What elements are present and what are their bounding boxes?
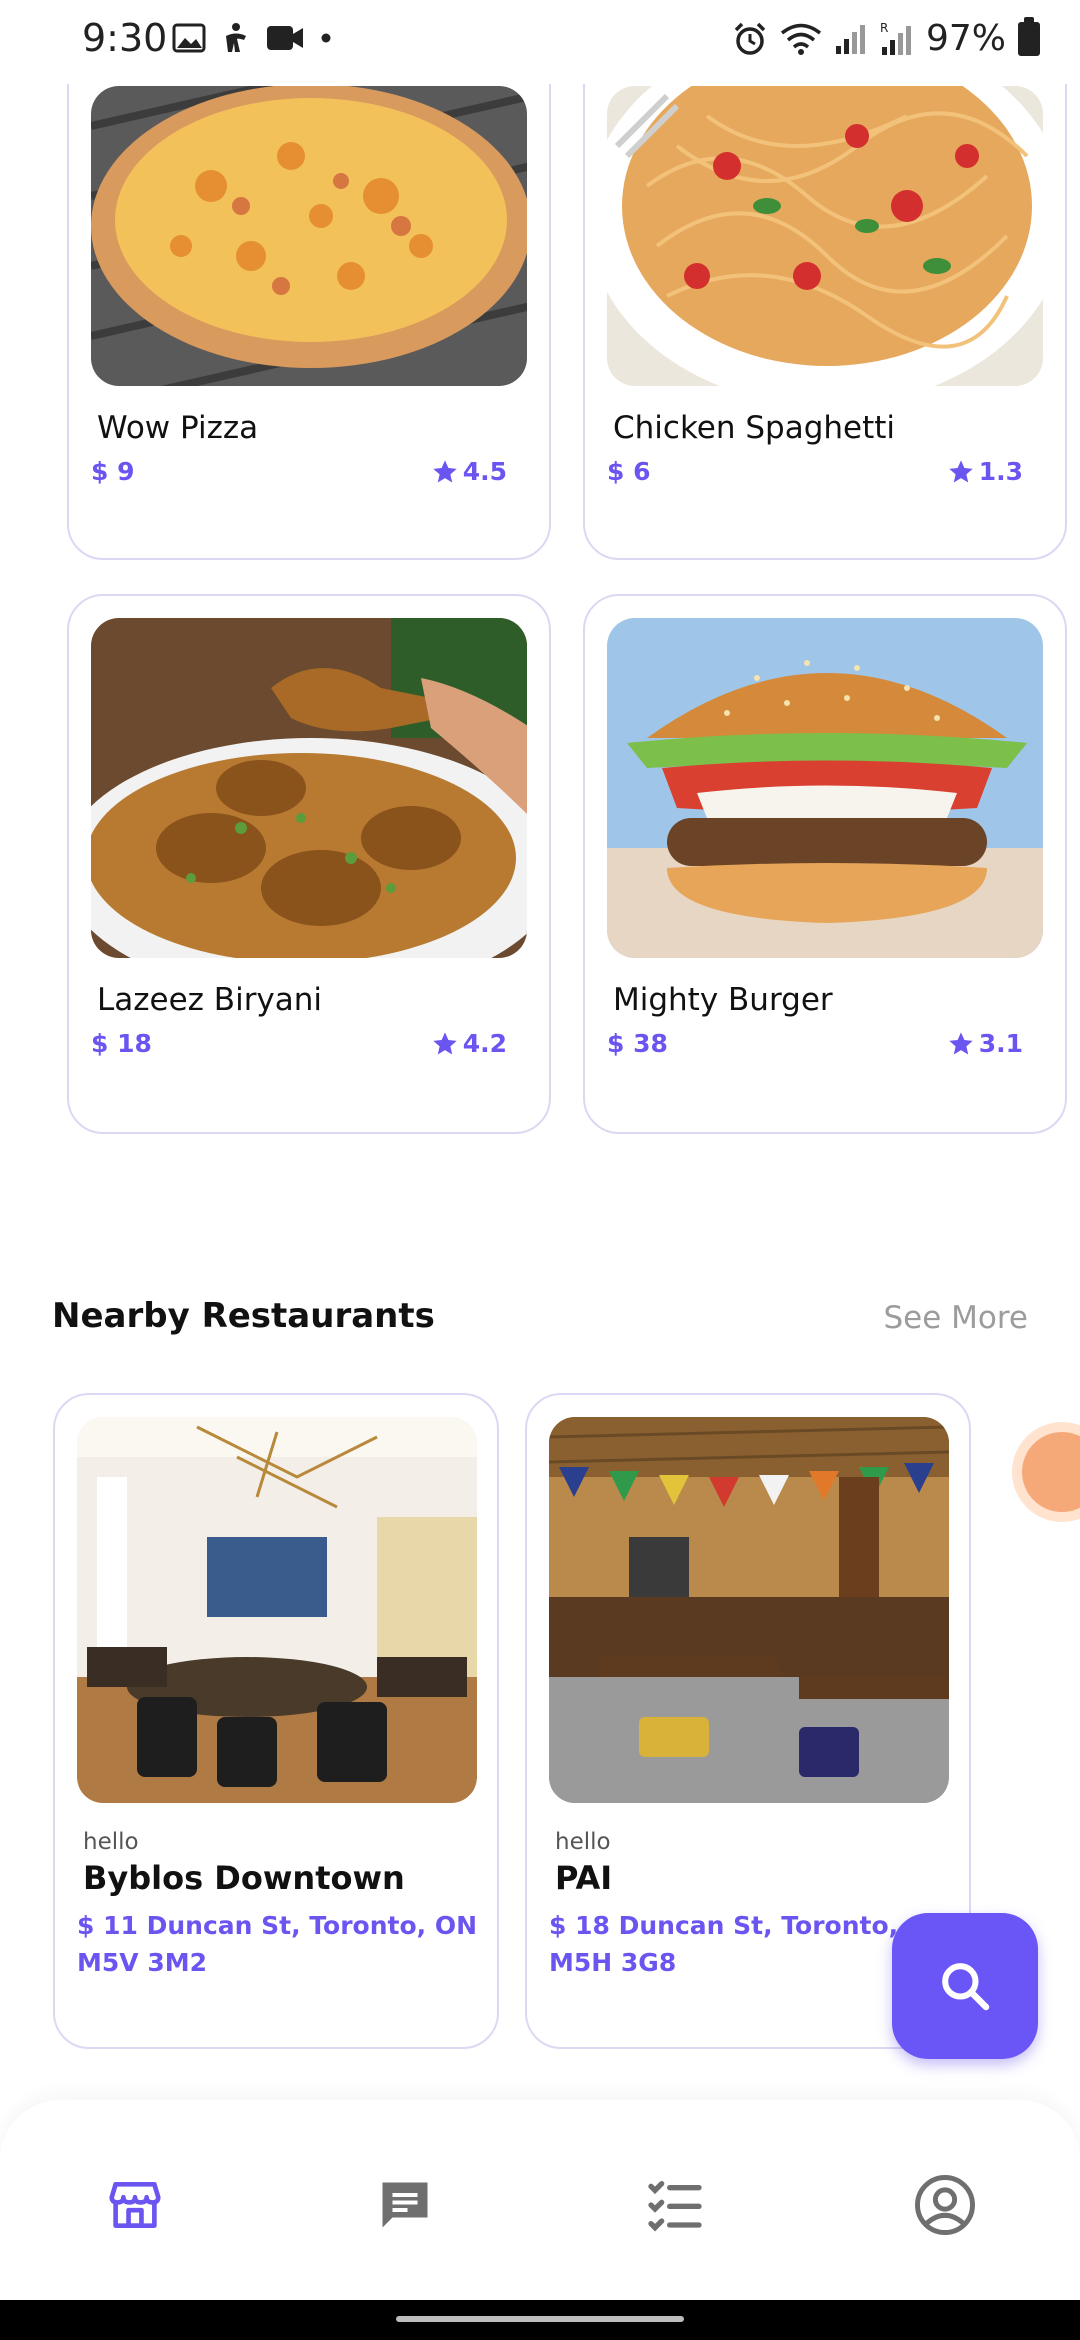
food-image xyxy=(91,618,527,958)
nav-item-messages[interactable] xyxy=(370,2170,440,2240)
food-price: $ 18 xyxy=(91,1029,152,1058)
restaurant-image xyxy=(77,1417,477,1803)
alarm-icon xyxy=(734,22,766,55)
wifi-icon xyxy=(780,23,822,55)
restaurant-name: PAI xyxy=(555,1859,613,1897)
rating-value: 4.5 xyxy=(462,457,507,486)
food-price: $ 9 xyxy=(91,457,135,486)
food-price: $ 6 xyxy=(607,457,651,486)
star-icon xyxy=(949,1031,973,1054)
food-rating: 4.5 xyxy=(431,457,507,486)
nav-item-store[interactable] xyxy=(100,2170,170,2240)
store-icon xyxy=(109,2182,161,2228)
star-icon xyxy=(949,459,973,482)
food-name: Wow Pizza xyxy=(97,410,259,446)
restaurant-tag: hello xyxy=(83,1829,139,1855)
food-price: $ 38 xyxy=(607,1029,668,1058)
food-rating: 4.2 xyxy=(431,1029,507,1058)
checklist-icon xyxy=(648,2181,702,2232)
nav-item-profile[interactable] xyxy=(910,2170,980,2240)
account-icon xyxy=(915,2175,975,2235)
rating-value: 1.3 xyxy=(978,457,1023,486)
gallery-icon xyxy=(172,23,206,53)
dot-icon xyxy=(321,33,331,43)
food-card[interactable]: Lazeez Biryani $ 18 4.2 xyxy=(67,594,551,1134)
rating-value: 3.1 xyxy=(978,1029,1023,1058)
star-icon xyxy=(433,459,457,482)
battery-icon xyxy=(1018,16,1040,56)
restaurant-tag: hello xyxy=(555,1829,611,1855)
food-name: Lazeez Biryani xyxy=(97,982,323,1018)
star-icon xyxy=(433,1031,457,1054)
food-card[interactable]: Wow Pizza $ 9 4.5 xyxy=(67,50,551,560)
video-bubble-icon xyxy=(1022,1432,1080,1512)
see-more-link[interactable]: See More xyxy=(883,1300,1028,1336)
restaurant-address: $ 18 Duncan St, Toronto, ON M5H 3G8 xyxy=(549,1911,949,1977)
rating-value: 4.2 xyxy=(462,1029,507,1058)
status-bar: 9:30 R 97% xyxy=(0,0,1080,84)
restaurant-image xyxy=(549,1417,949,1803)
restaurant-address: $ 11 Duncan St, Toronto, ON M5V 3M2 xyxy=(77,1911,477,1977)
notification-icons xyxy=(172,22,332,54)
floating-bubble[interactable] xyxy=(1012,1422,1080,1522)
food-image xyxy=(607,618,1043,958)
restaurant-card[interactable]: hello Byblos Downtown $ 11 Duncan St, To… xyxy=(53,1393,499,2049)
battery-percent: 97% xyxy=(925,18,1006,59)
food-rating: 1.3 xyxy=(947,457,1023,486)
food-rating: 3.1 xyxy=(947,1029,1023,1058)
signal-icon xyxy=(835,24,865,54)
restaurant-name: Byblos Downtown xyxy=(83,1859,405,1897)
status-right: R 97% xyxy=(732,16,1040,59)
home-handle[interactable] xyxy=(396,2316,684,2322)
nav-item-tasks[interactable] xyxy=(640,2170,710,2240)
search-fab[interactable] xyxy=(892,1913,1038,2059)
status-time: 9:30 xyxy=(82,16,168,60)
search-icon xyxy=(942,1963,990,2011)
accessibility-icon xyxy=(226,23,246,52)
food-image xyxy=(91,86,527,386)
system-gesture-bar xyxy=(0,2300,1080,2340)
bottom-nav xyxy=(0,2100,1080,2300)
svg-text:R: R xyxy=(880,21,888,35)
video-icon xyxy=(267,26,303,50)
food-card[interactable]: Mighty Burger $ 38 3.1 xyxy=(583,594,1067,1134)
signal-roaming-icon: R xyxy=(880,21,911,55)
chat-icon xyxy=(382,2182,428,2228)
food-name: Mighty Burger xyxy=(613,982,833,1018)
food-image xyxy=(607,86,1043,386)
food-card[interactable]: Chicken Spaghetti $ 6 1.3 xyxy=(583,50,1067,560)
food-name: Chicken Spaghetti xyxy=(613,410,896,446)
section-title: Nearby Restaurants xyxy=(52,1296,435,1336)
